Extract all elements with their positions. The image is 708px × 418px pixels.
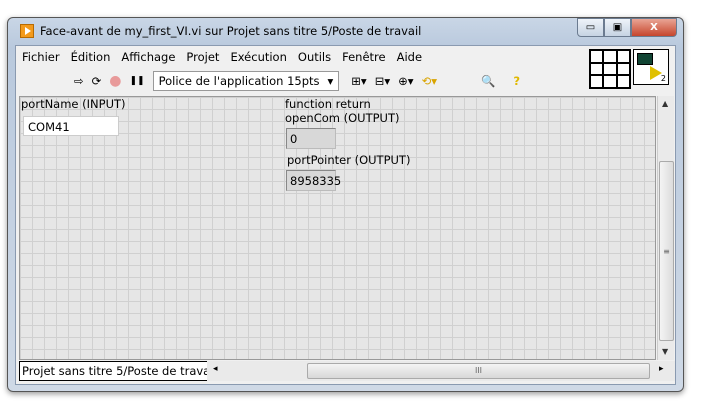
terminal-count: 2 <box>660 74 666 83</box>
vertical-scrollbar[interactable]: ▲ ≡ ▼ <box>657 96 674 360</box>
font-dropdown[interactable]: Police de l'application 15pts ▾ <box>152 71 340 91</box>
search-icon[interactable]: 🔍 <box>481 74 495 88</box>
chevron-down-icon: ▾ <box>327 74 334 88</box>
scroll-down-icon[interactable]: ▼ <box>662 347 668 356</box>
menu-fichier[interactable]: Fichier <box>22 50 60 64</box>
font-value: Police de l'application 15pts <box>158 74 320 88</box>
vertical-scroll-thumb[interactable]: ≡ <box>659 161 674 341</box>
menu-affichage[interactable]: Affichage <box>121 50 175 64</box>
portpointer-label: portPointer (OUTPUT) <box>287 153 411 167</box>
align-objects-icon[interactable]: ⊞▾ <box>351 74 366 88</box>
connector-pane-grid[interactable] <box>589 49 631 89</box>
scroll-up-icon[interactable]: ▲ <box>662 99 668 108</box>
distribute-objects-icon[interactable]: ⊟▾ <box>375 74 390 88</box>
front-panel-canvas[interactable]: portName (INPUT) COM41 function return o… <box>19 96 656 360</box>
portpointer-indicator: 8958335 <box>286 170 341 191</box>
close-button[interactable]: X <box>631 18 677 37</box>
connector-pane: 2 <box>589 49 673 91</box>
title-bar: Face-avant de my_first_VI.vi sur Projet … <box>20 24 421 38</box>
function-return-label: function return <box>285 97 371 111</box>
horizontal-scrollbar[interactable]: ◂ III ▸ <box>207 361 675 381</box>
menu-fenetre[interactable]: Fenêtre <box>342 50 385 64</box>
pause-icon[interactable]: ❚❚ <box>130 76 145 86</box>
help-icon[interactable]: ? <box>513 74 520 88</box>
menu-projet[interactable]: Projet <box>186 50 219 64</box>
horizontal-scroll-thumb[interactable]: III <box>307 363 650 379</box>
menu-aide[interactable]: Aide <box>397 50 422 64</box>
scroll-left-icon[interactable]: ◂ <box>213 364 218 374</box>
minimize-button[interactable]: ▭ <box>577 18 604 37</box>
menu-edition[interactable]: Édition <box>71 50 111 64</box>
window-title: Face-avant de my_first_VI.vi sur Projet … <box>40 24 422 38</box>
reorder-icon[interactable]: ⟲▾ <box>422 74 437 88</box>
maximize-button[interactable]: ▣ <box>604 18 631 37</box>
portname-label: portName (INPUT) <box>21 97 126 111</box>
abort-icon[interactable]: ● <box>109 73 121 89</box>
labview-icon <box>20 24 34 38</box>
run-arrow-icon[interactable]: ⇨ <box>74 74 84 88</box>
toolbar: ⇨ ⟳ ● ❚❚ Police de l'application 15pts ▾… <box>16 69 606 93</box>
scroll-right-icon[interactable]: ▸ <box>659 364 664 374</box>
menu-execution[interactable]: Exécution <box>230 50 286 64</box>
front-panel-window: Face-avant de my_first_VI.vi sur Projet … <box>7 17 684 392</box>
opencom-indicator: 0 <box>286 128 336 149</box>
vi-icon[interactable]: 2 <box>633 49 669 85</box>
portname-input[interactable]: COM41 <box>23 116 119 136</box>
menu-outils[interactable]: Outils <box>298 50 331 64</box>
menu-bar: Fichier Édition Affichage Projet Exécuti… <box>16 46 422 68</box>
project-context-label[interactable]: Projet sans titre 5/Poste de travail <box>19 361 220 381</box>
opencom-label: openCom (OUTPUT) <box>285 111 400 125</box>
resize-objects-icon[interactable]: ⊕▾ <box>398 74 413 88</box>
run-continuously-icon[interactable]: ⟳ <box>92 74 102 88</box>
